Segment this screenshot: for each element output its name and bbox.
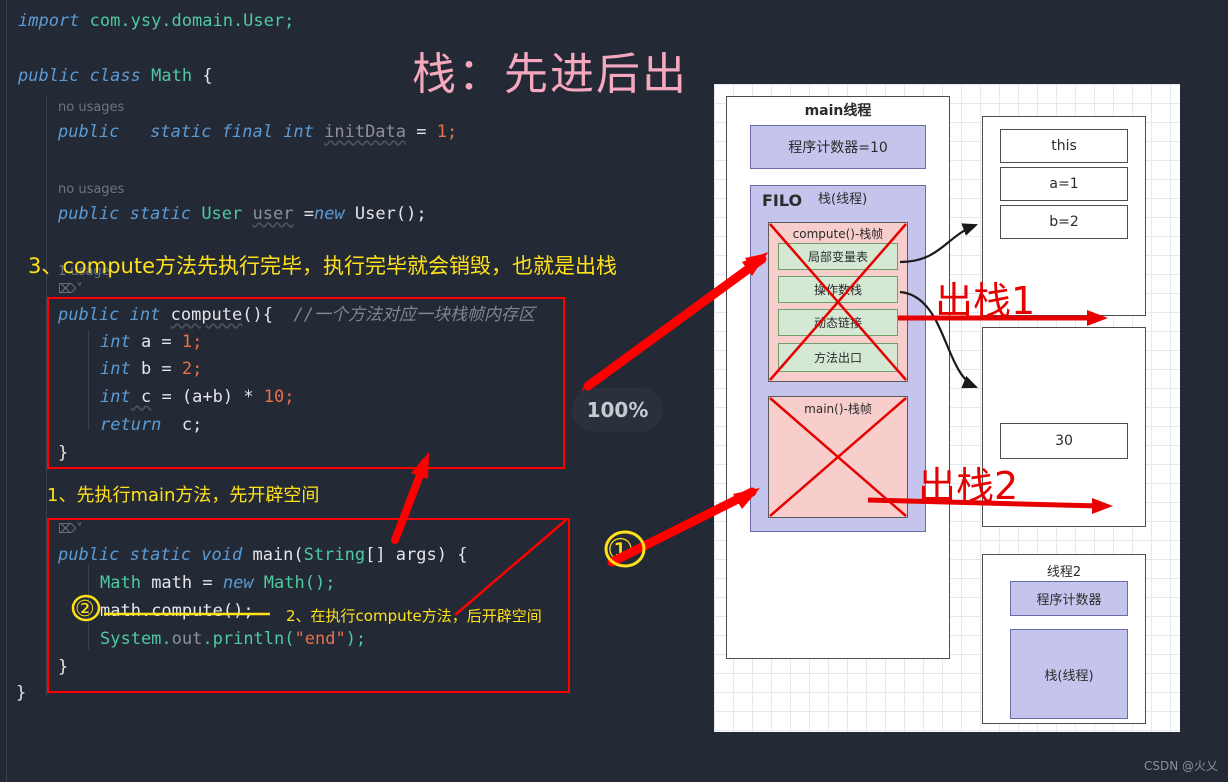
field2-modifiers: public static xyxy=(58,204,192,224)
local-var-this-box: this xyxy=(1000,129,1128,163)
marker-circle-2: ② xyxy=(75,597,95,622)
annotation-note-3: 3、compute方法先执行完毕，执行完毕就会销毁，也就是出栈 xyxy=(28,254,618,278)
frame-part-local-vars: 局部变量表 xyxy=(778,243,898,270)
operand-value-box: 30 xyxy=(1000,423,1128,459)
stack-thread-label: 栈(线程) xyxy=(818,192,868,207)
keyword-public: public xyxy=(18,66,80,86)
compute-frame-label: compute()-栈帧 xyxy=(792,227,884,241)
frame-part-local-vars-label: 局部变量表 xyxy=(807,250,868,264)
field1-modifiers: public static final int xyxy=(58,122,314,142)
thread2-stack-box: 栈(线程) xyxy=(1010,629,1128,719)
code-line-import: import com.ysy.domain.User; xyxy=(18,11,294,31)
thread2-program-counter-label: 程序计数器 xyxy=(1036,593,1102,608)
field-initdata-name: initData xyxy=(324,122,407,142)
main-frame-label: main()-栈帧 xyxy=(804,402,872,416)
operand-value-label: 30 xyxy=(1055,433,1073,449)
gutter-run-icon[interactable]: ⌦˅ xyxy=(58,282,83,297)
frame-part-method-exit-label: 方法出口 xyxy=(813,351,862,365)
assign-op-2: = xyxy=(293,204,314,224)
filo-label: FILO xyxy=(762,191,803,210)
field-user-type: User xyxy=(201,204,243,224)
local-var-a-box: a=1 xyxy=(1000,167,1128,201)
keyword-class: class xyxy=(89,66,141,86)
code-line-field-user: public static User user =new User(); xyxy=(58,204,427,224)
pop1-label: 出栈1 xyxy=(935,279,1036,323)
local-var-b-box: b=2 xyxy=(1000,205,1128,239)
field-user-ctor: User(); xyxy=(344,204,427,224)
code-line-field-initdata: public static final int initData = 1; xyxy=(58,122,457,142)
main-thread-label: main线程 xyxy=(804,103,872,119)
annotation-note-1: 1、先执行main方法，先开辟空间 xyxy=(47,485,320,506)
annotation-note-2: 2、在执行compute方法，后开辟空间 xyxy=(286,607,542,625)
local-var-a-label: a=1 xyxy=(1049,176,1079,192)
field-user-name: user xyxy=(252,204,294,224)
page-title: 栈：先进后出 xyxy=(412,49,688,100)
thread2-stack-label: 栈(线程) xyxy=(1044,668,1094,684)
class-name: Math xyxy=(151,66,193,86)
editor-gutter-divider xyxy=(6,0,7,782)
frame-part-dynamic-link-label: 动态链接 xyxy=(813,316,862,330)
brace-open: { xyxy=(202,66,213,86)
frame-part-method-exit: 方法出口 xyxy=(778,343,898,372)
compute-method-highlight-box xyxy=(47,297,565,469)
keyword-import: import xyxy=(18,11,80,31)
keyword-new: new xyxy=(313,204,345,224)
local-var-this-label: this xyxy=(1051,138,1077,154)
frame-part-operand-stack: 操作数栈 xyxy=(778,276,898,303)
assign-op: = xyxy=(406,122,437,142)
zoom-level-badge[interactable]: 100% xyxy=(572,388,663,432)
class-close-brace: } xyxy=(16,683,27,703)
jvm-stack-diagram: main线程 程序计数器=10 FILO 栈(线程) compute()-栈帧 … xyxy=(714,84,1180,732)
thread2-label: 线程2 xyxy=(1046,565,1082,580)
pop2-label: 出栈2 xyxy=(918,464,1019,508)
marker-circle-1: ① xyxy=(607,533,634,568)
usage-hint-2: no usages xyxy=(58,182,125,197)
watermark: CSDN @火乂 xyxy=(1143,759,1218,773)
thread2-program-counter-box: 程序计数器 xyxy=(1010,581,1128,616)
import-package: com.ysy.domain.User; xyxy=(79,11,295,31)
program-counter-label: 程序计数器=10 xyxy=(788,140,888,156)
program-counter-box: 程序计数器=10 xyxy=(750,125,926,169)
code-line-class-decl: public class Math { xyxy=(18,66,213,86)
field-initdata-value: 1; xyxy=(436,122,458,142)
usage-hint-1: no usages xyxy=(58,100,125,115)
frame-part-dynamic-link: 动态链接 xyxy=(778,309,898,336)
frame-part-operand-stack-label: 操作数栈 xyxy=(813,283,862,297)
local-var-b-label: b=2 xyxy=(1049,214,1079,230)
